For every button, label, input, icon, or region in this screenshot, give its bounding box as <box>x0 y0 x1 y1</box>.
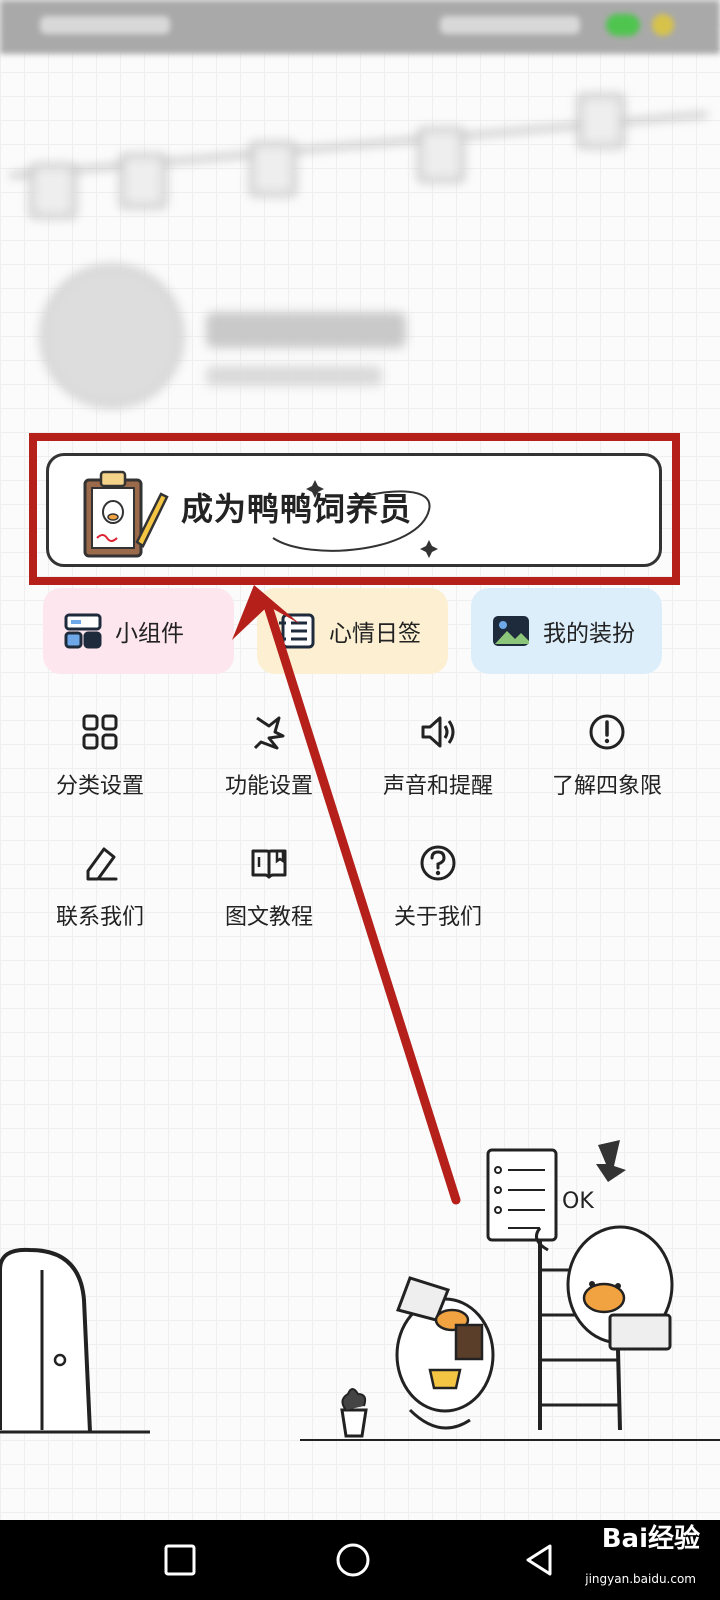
recents-icon[interactable] <box>160 1540 200 1580</box>
hanging-card <box>250 142 296 196</box>
speaker-icon <box>421 716 455 748</box>
exclamation-icon <box>589 714 625 750</box>
status-icons <box>440 16 580 34</box>
avatar[interactable] <box>40 264 184 408</box>
menu-label: 分类设置 <box>55 774 144 799</box>
dressup-label: 我的装扮 <box>543 621 635 647</box>
book-icon <box>251 849 287 879</box>
banner-title: 成为鸭鸭饲养员 <box>181 490 413 528</box>
user-subtitle <box>206 366 382 386</box>
contact-us[interactable]: 联系我们 <box>15 843 185 953</box>
widget-icon <box>64 613 102 649</box>
profile-header <box>0 54 720 434</box>
menu-label: 声音和提醒 <box>382 774 493 799</box>
become-keeper-banner[interactable]: 成为鸭鸭饲养员 <box>46 453 662 567</box>
picture-icon <box>493 616 529 646</box>
mood-label: 心情日签 <box>329 621 421 647</box>
hanging-card <box>120 154 166 208</box>
grid-icon <box>82 714 118 750</box>
edit-icon <box>86 847 118 881</box>
sound-reminder[interactable]: 声音和提醒 <box>353 712 523 822</box>
user-name[interactable] <box>206 312 406 348</box>
about-quadrant[interactable]: 了解四象限 <box>522 712 692 822</box>
menu-label: 图文教程 <box>224 905 313 930</box>
about-us[interactable]: 关于我们 <box>353 843 523 953</box>
ducks-illustration: OK <box>0 1140 720 1441</box>
status-dot-icon <box>652 14 674 36</box>
category-settings[interactable]: 分类设置 <box>15 712 185 822</box>
home-icon[interactable] <box>333 1540 373 1580</box>
menu-label: 了解四象限 <box>551 774 662 799</box>
notebook-icon <box>279 613 315 649</box>
function-icon <box>253 716 285 750</box>
menu-label: 联系我们 <box>55 905 144 930</box>
clipboard-duck-icon <box>83 470 169 558</box>
hanging-card <box>578 94 624 148</box>
mood-card[interactable]: 心情日签 <box>257 588 448 674</box>
battery-icon <box>606 14 640 36</box>
back-icon[interactable] <box>520 1540 560 1580</box>
menu-label: 功能设置 <box>224 774 313 799</box>
watermark-logo: Bai经验 <box>601 1524 700 1554</box>
hanging-card <box>30 164 76 218</box>
dressup-card[interactable]: 我的装扮 <box>471 588 662 674</box>
hanging-card <box>418 128 464 182</box>
watermark-url: jingyan.baidu.com <box>585 1572 696 1586</box>
function-settings[interactable]: 功能设置 <box>184 712 354 822</box>
status-bar <box>0 0 720 54</box>
widget-card[interactable]: 小组件 <box>43 588 234 674</box>
tutorial[interactable]: 图文教程 <box>184 843 354 953</box>
ok-text: OK <box>562 1189 594 1214</box>
status-time <box>40 16 170 34</box>
widget-label: 小组件 <box>115 621 184 647</box>
question-icon <box>420 845 456 881</box>
menu-label: 关于我们 <box>393 905 482 930</box>
